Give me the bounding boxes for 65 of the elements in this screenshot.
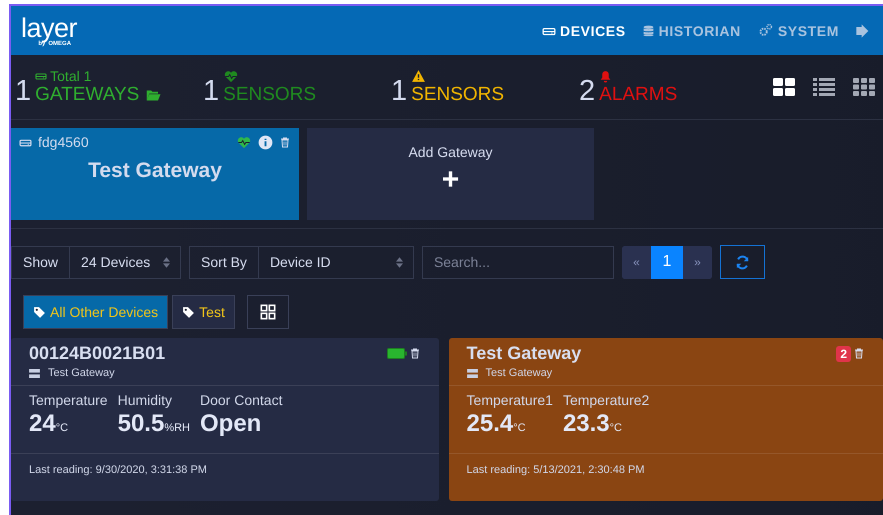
battery-icon — [386, 348, 407, 359]
grid-icon — [260, 304, 276, 320]
device-card[interactable]: Test Gateway 2 Test Gateway Temperature1 25.4°C Temperature2 23.3°C Last reading: 5/13/2021, 2:30:48 PM — [448, 338, 883, 501]
tag-filter[interactable]: All Other Devices — [23, 295, 168, 329]
device-gateway: Test Gateway — [48, 367, 115, 379]
stat-label: SENSORS — [411, 84, 504, 106]
device-title: 00124B0021B01 — [29, 343, 166, 364]
logo-text: layer — [21, 14, 78, 40]
server-icon — [466, 368, 478, 378]
nav-link[interactable]: DEVICES — [542, 22, 626, 38]
stat-label: GATEWAYS — [35, 84, 140, 106]
warning-icon — [411, 69, 426, 83]
heartbeat-icon — [236, 134, 252, 150]
search-field[interactable]: Search... — [422, 246, 614, 278]
server-icon — [29, 368, 40, 378]
reading-value: 24°C — [29, 410, 70, 438]
stat-count: 1 — [15, 76, 32, 106]
page-button[interactable]: 1 — [650, 246, 683, 278]
reading-name: Humidity — [118, 392, 174, 408]
tag-filter[interactable]: Test — [172, 295, 235, 329]
view-toggle[interactable] — [853, 78, 875, 96]
reading-value: 25.4°C — [466, 410, 527, 438]
view-toggle[interactable] — [773, 78, 795, 96]
nav-link[interactable]: SYSTEM — [756, 22, 839, 38]
nav-link[interactable]: HISTORIAN — [642, 22, 741, 38]
tag-icon — [33, 306, 46, 318]
stat-count: 1 — [391, 76, 408, 106]
reading-name: Temperature — [29, 392, 108, 408]
reading-value: Open — [200, 410, 262, 438]
device-title: Test Gateway — [466, 343, 582, 364]
heartbeat-icon — [223, 68, 240, 84]
stat-label: SENSORS — [223, 84, 316, 106]
gateway-name: Test Gateway — [88, 159, 222, 183]
list-icon — [813, 78, 835, 96]
device-gateway: Test Gateway — [486, 367, 552, 379]
device-card[interactable]: 00124B0021B01 Test Gateway Temperature 24°C Humidity 50.5%RH Door Contact Open Last reading: 9/30/2020, 3:31:38 PM — [11, 338, 439, 501]
logout-icon[interactable] — [855, 22, 871, 38]
gateway-id: fdg4560 — [38, 134, 89, 150]
reading-name: Door Contact — [200, 392, 282, 408]
gateway-card[interactable]: fdg4560 Test Gateway — [11, 128, 299, 220]
trash-icon — [279, 134, 291, 150]
trash-icon — [408, 346, 421, 361]
stat-count: 2 — [579, 76, 596, 106]
grid-icon — [773, 78, 795, 96]
stat-total: Total 1 — [50, 68, 92, 84]
tag-icon — [182, 306, 196, 318]
stat-label: ALARMS — [599, 84, 678, 106]
info-icon — [258, 134, 273, 150]
refresh-button[interactable] — [720, 245, 765, 279]
layout-button[interactable] — [246, 295, 289, 329]
database-icon — [642, 22, 655, 38]
last-reading-text: Last reading: 9/30/2020, 3:31:38 PM — [28, 463, 208, 478]
view-toggle[interactable] — [813, 78, 835, 96]
trash-icon — [853, 346, 865, 361]
stat-count: 1 — [203, 76, 220, 106]
refresh-icon — [734, 254, 750, 270]
reading-name: Temperature1 — [466, 392, 553, 408]
bell-icon — [599, 68, 612, 84]
reading-name: Temperature2 — [562, 392, 650, 408]
reading-value: 50.5%RH — [118, 410, 190, 438]
add-gateway-button[interactable]: Add Gateway + — [307, 128, 594, 220]
tiles-icon — [853, 78, 875, 96]
last-reading-text: Last reading: 5/13/2021, 2:30:48 PM — [466, 463, 646, 478]
reading-value: 23.3°C — [562, 410, 623, 438]
alarm-count-badge: 2 — [836, 346, 851, 362]
